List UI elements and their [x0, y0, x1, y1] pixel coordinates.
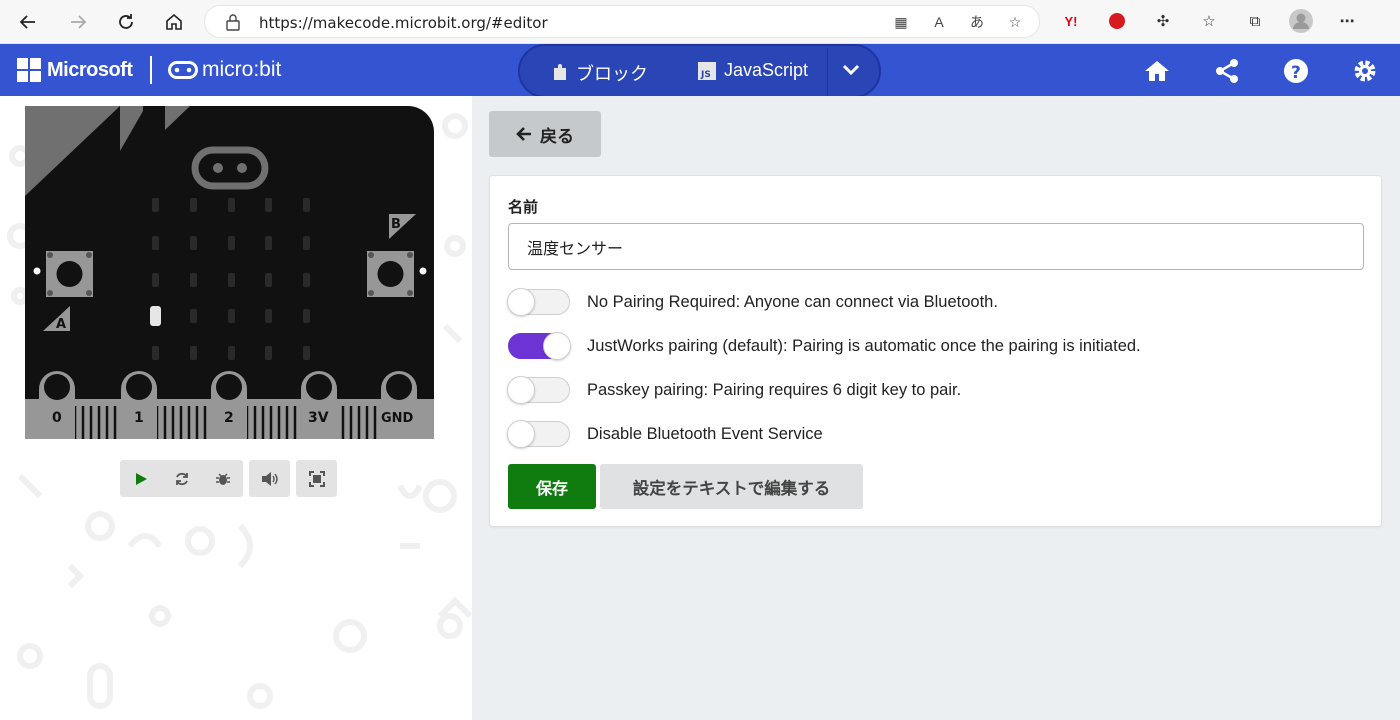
tab-javascript[interactable]: JS JavaScript [698, 60, 808, 81]
collections-icon[interactable]: ⧉ [1242, 8, 1268, 34]
pin-0-label: 0 [52, 410, 62, 426]
gear-icon[interactable] [1350, 56, 1380, 86]
tab-blocks[interactable]: ブロック [552, 60, 648, 86]
share-icon[interactable] [1212, 56, 1242, 86]
pin-2[interactable]: 2 [211, 371, 247, 439]
translate-icon[interactable]: あ [967, 12, 987, 32]
help-icon[interactable]: ? [1281, 56, 1311, 86]
favorites-icon[interactable]: ☆ [1196, 8, 1222, 34]
name-label: 名前 [508, 199, 539, 216]
option-label: JustWorks pairing (default): Pairing is … [587, 336, 1141, 355]
pin-1[interactable]: 1 [121, 371, 157, 439]
svg-text:?: ? [1291, 63, 1301, 83]
more-menu-icon[interactable]: ⋯ [1334, 8, 1360, 34]
mute-button[interactable] [249, 460, 290, 497]
microbit-logo[interactable]: micro:bit [168, 58, 281, 82]
pin-2-label: 2 [224, 410, 234, 426]
fullscreen-icon [308, 470, 325, 487]
browser-toolbar: https://makecode.microbit.org/#editor ▦ … [0, 0, 1400, 44]
app-available-icon[interactable]: ▦ [891, 12, 911, 32]
url-text: https://makecode.microbit.org/#editor [259, 14, 548, 32]
restart-icon [175, 472, 188, 485]
back-button-label: 戻る [540, 126, 574, 146]
pin-1-label: 1 [134, 410, 144, 426]
volume-icon [261, 471, 278, 486]
bug-icon [215, 472, 230, 485]
back-button[interactable]: 戻る [489, 111, 601, 157]
toggle-switch[interactable] [507, 288, 570, 316]
microbit-face-icon [168, 61, 198, 79]
microsoft-logo[interactable]: Microsoft [17, 58, 133, 82]
option-passkey-pairing[interactable]: Passkey pairing: Pairing requires 6 digi… [507, 376, 962, 404]
js-icon: JS [698, 61, 716, 80]
button-b-label: B [391, 217, 401, 232]
play-icon [135, 472, 147, 485]
back-arrow-icon[interactable] [12, 6, 44, 38]
profile-avatar-icon[interactable] [1288, 8, 1314, 34]
option-justworks-pairing[interactable]: JustWorks pairing (default): Pairing is … [508, 332, 1141, 360]
forward-arrow-icon[interactable] [62, 6, 94, 38]
button-a-label: A [56, 317, 66, 332]
refresh-icon[interactable] [110, 6, 142, 38]
option-no-pairing[interactable]: No Pairing Required: Anyone can connect … [507, 288, 998, 316]
extensions-icon[interactable]: ✣ [1150, 8, 1176, 34]
settings-card: 名前 No Pairing Required: Anyone can conne… [489, 175, 1382, 527]
edit-as-text-button[interactable]: 設定をテキストで編集する [600, 464, 863, 509]
svg-text:JS: JS [700, 70, 711, 80]
simulator-toolbar [120, 460, 337, 497]
tab-blocks-label: ブロック [576, 64, 648, 84]
arrow-left-icon [516, 127, 531, 141]
option-label: No Pairing Required: Anyone can connect … [587, 292, 998, 311]
favorite-add-icon[interactable]: ☆ [1005, 12, 1025, 32]
play-button[interactable] [120, 460, 161, 497]
toggle-separator [827, 48, 828, 96]
microbit-board[interactable]: A B 0 1 2 3V GND [25, 106, 434, 439]
tab-javascript-label: JavaScript [724, 60, 809, 80]
pin-3v-label: 3V [308, 410, 329, 426]
app-header: Microsoft micro:bit ブロック JS JavaScript ? [0, 44, 1400, 98]
save-button[interactable]: 保存 [508, 464, 596, 509]
address-bar[interactable]: https://makecode.microbit.org/#editor ▦ … [204, 5, 1040, 38]
editor-toggle: ブロック JS JavaScript [518, 44, 881, 98]
extension-editor-panel: 戻る 名前 No Pairing Required: Anyone can co… [472, 96, 1400, 720]
simulator-panel: A B 0 1 2 3V GND [0, 96, 472, 720]
microsoft-label: Microsoft [47, 58, 133, 81]
microsoft-squares-icon [17, 58, 41, 82]
lit-led [150, 306, 161, 326]
toggle-switch[interactable] [507, 420, 570, 448]
toggle-switch[interactable] [508, 332, 571, 360]
restart-button[interactable] [161, 460, 202, 497]
puzzle-icon [554, 64, 566, 80]
logo-divider [150, 56, 152, 84]
pin-gnd[interactable]: GND [381, 371, 417, 439]
option-label: Passkey pairing: Pairing requires 6 digi… [587, 380, 962, 399]
option-label: Disable Bluetooth Event Service [587, 424, 823, 443]
pin-gnd-label: GND [381, 411, 414, 426]
name-input[interactable] [508, 223, 1364, 270]
microbit-label: micro:bit [202, 58, 282, 81]
toggle-switch[interactable] [507, 376, 570, 404]
option-disable-event-service[interactable]: Disable Bluetooth Event Service [507, 420, 823, 448]
chevron-down-icon[interactable] [842, 62, 860, 81]
fullscreen-button[interactable] [296, 460, 337, 497]
lock-icon [225, 13, 241, 36]
pin-0[interactable]: 0 [39, 371, 75, 439]
pin-3v[interactable]: 3V [301, 371, 337, 439]
home-icon[interactable] [1142, 56, 1172, 86]
read-aloud-icon[interactable]: A [929, 12, 949, 32]
security-extension-icon[interactable] [1104, 8, 1130, 34]
home-browser-icon[interactable] [158, 6, 190, 38]
debug-button[interactable] [202, 460, 243, 497]
yahoo-extension-icon[interactable]: Y! [1058, 8, 1084, 34]
